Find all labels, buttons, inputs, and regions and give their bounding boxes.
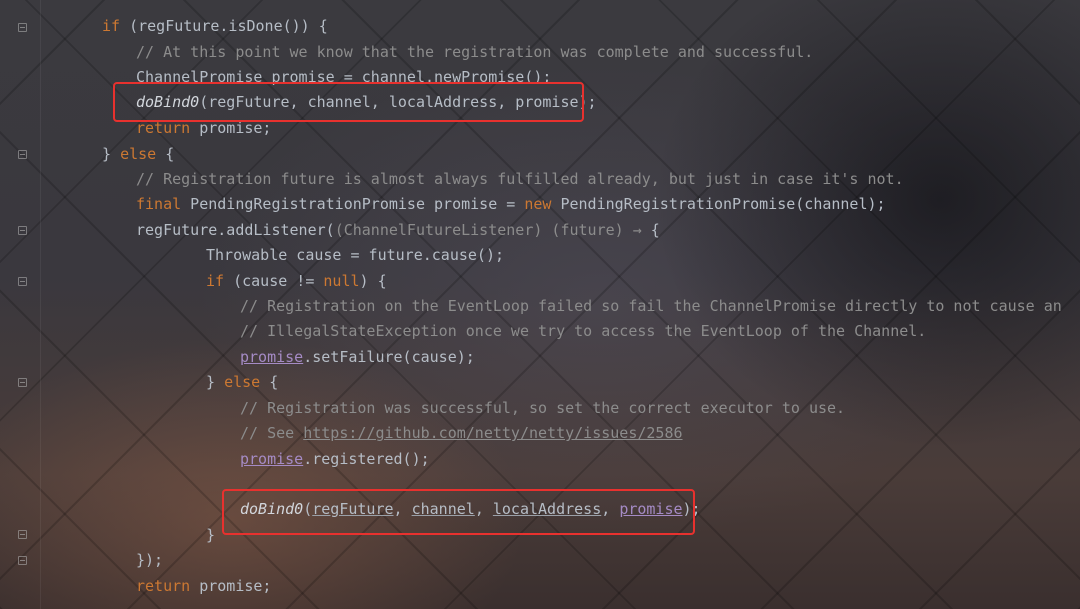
- keyword: new: [524, 195, 552, 213]
- fold-marker-icon[interactable]: [18, 378, 27, 387]
- code-text: .registered();: [303, 450, 430, 468]
- lambda-hint: (ChannelFutureListener) (future) →: [334, 221, 642, 239]
- code-line: });: [136, 551, 163, 569]
- code-text: promise;: [190, 577, 272, 595]
- code-line: // At this point we know that the regist…: [136, 43, 813, 61]
- keyword: else: [120, 145, 157, 163]
- code-comment: // See: [240, 424, 304, 442]
- code-line: }: [206, 526, 215, 544]
- highlight-box: [113, 82, 584, 122]
- variable-ref[interactable]: promise: [240, 450, 303, 468]
- keyword: else: [224, 373, 261, 391]
- keyword: null: [323, 272, 360, 290]
- code-text: }: [206, 373, 225, 391]
- code-line: Throwable cause = future.cause();: [206, 246, 504, 264]
- code-text: ) {: [359, 272, 387, 290]
- issue-link[interactable]: https://github.com/netty/netty/issues/25…: [303, 424, 682, 442]
- code-line: // Registration future is almost always …: [136, 170, 904, 188]
- code-text: }: [206, 526, 216, 544]
- code-line: final PendingRegistrationPromise promise…: [136, 195, 886, 213]
- keyword: final: [136, 195, 182, 213]
- fold-marker-icon[interactable]: [18, 556, 27, 565]
- code-text: PendingRegistrationPromise promise =: [181, 195, 525, 213]
- code-line: } else {: [206, 373, 278, 391]
- code-comment: // IllegalStateException once we try to …: [240, 322, 927, 340]
- code-text: regFuture.addListener(: [136, 221, 335, 239]
- code-line: regFuture.addListener((ChannelFutureList…: [136, 221, 660, 239]
- code-text: {: [260, 373, 279, 391]
- code-line: promise.registered();: [240, 450, 430, 468]
- code-text: (cause !=: [224, 272, 324, 290]
- keyword: return: [136, 577, 191, 595]
- highlight-box: [222, 489, 695, 535]
- code-text: .setFailure(cause);: [303, 348, 475, 366]
- code-line: return promise;: [136, 577, 271, 595]
- fold-marker-icon[interactable]: [18, 530, 27, 539]
- keyword: if: [102, 17, 121, 35]
- variable-ref[interactable]: promise: [240, 348, 303, 366]
- code-text: }: [102, 145, 121, 163]
- code-text: Throwable cause = future.cause();: [206, 246, 505, 264]
- code-text: {: [156, 145, 175, 163]
- code-text: (regFuture.isDone()) {: [120, 17, 328, 35]
- code-text: {: [641, 221, 660, 239]
- code-line: // IllegalStateException once we try to …: [240, 322, 926, 340]
- fold-marker-icon[interactable]: [18, 277, 27, 286]
- code-line: // Registration on the EventLoop failed …: [240, 297, 1062, 315]
- code-comment: // Registration was successful, so set t…: [240, 399, 846, 417]
- code-line: // See https://github.com/netty/netty/is…: [240, 424, 683, 442]
- fold-marker-icon[interactable]: [18, 150, 27, 159]
- code-line: if (cause != null) {: [206, 272, 387, 290]
- code-text: PendingRegistrationPromise(channel);: [551, 195, 886, 213]
- fold-marker-icon[interactable]: [18, 23, 27, 32]
- code-comment: // Registration future is almost always …: [136, 170, 904, 188]
- editor-gutter: [0, 0, 41, 609]
- code-comment: // Registration on the EventLoop failed …: [240, 297, 1062, 315]
- keyword: if: [206, 272, 225, 290]
- code-comment: // At this point we know that the regist…: [136, 43, 814, 61]
- fold-marker-icon[interactable]: [18, 226, 27, 235]
- code-line: } else {: [102, 145, 174, 163]
- code-line: // Registration was successful, so set t…: [240, 399, 845, 417]
- code-line: if (regFuture.isDone()) {: [102, 17, 328, 35]
- code-line: promise.setFailure(cause);: [240, 348, 475, 366]
- code-text: });: [136, 551, 164, 569]
